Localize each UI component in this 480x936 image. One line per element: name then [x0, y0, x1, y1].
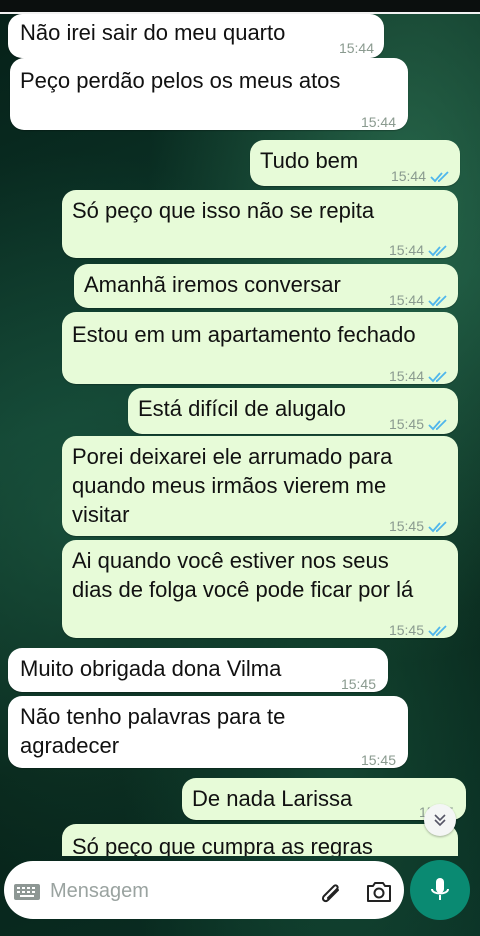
message-bubble-outgoing[interactable]: Só peço que cumpra as regras [62, 824, 458, 856]
message-bubble-outgoing[interactable]: Ai quando você estiver nos seus dias de … [62, 540, 458, 638]
message-time: 15:45 [361, 746, 396, 775]
message-composer: Mensagem [0, 856, 480, 936]
message-bubble-outgoing[interactable]: De nada Larissa 15:45 [182, 778, 466, 820]
message-text: Está difícil de alugalo [138, 396, 346, 421]
message-bubble-incoming[interactable]: Peço perdão pelos os meus atos 15:44 [10, 58, 408, 130]
message-text: Não tenho palavras para te agradecer [20, 704, 286, 758]
message-bubble-outgoing[interactable]: Está difícil de alugalo 15:45 [128, 388, 458, 434]
read-receipt-icon [428, 294, 447, 306]
message-time: 15:45 [389, 410, 448, 439]
message-text: Amanhã iremos conversar [84, 272, 341, 297]
read-receipt-icon [428, 624, 447, 636]
time-label: 15:45 [340, 676, 376, 692]
message-time: 15:45 [341, 670, 376, 699]
read-receipt-icon [428, 418, 447, 430]
read-receipt-icon [430, 170, 449, 182]
camera-icon[interactable] [365, 880, 393, 904]
message-text: Não irei sair do meu quarto [20, 20, 286, 45]
keyboard-icon[interactable] [14, 884, 40, 900]
microphone-icon [431, 878, 449, 900]
message-bubble-incoming[interactable]: Não tenho palavras para te agradecer 15:… [8, 696, 408, 768]
message-text: Muito obrigada dona Vilma [20, 656, 282, 681]
microphone-button[interactable] [410, 860, 470, 920]
message-bubble-incoming[interactable]: Muito obrigada dona Vilma 15:45 [8, 648, 388, 692]
read-receipt-icon [428, 244, 447, 256]
time-label: 15:44 [360, 114, 396, 130]
message-time: 15:44 [389, 362, 448, 391]
message-text: Estou em um apartamento fechado [72, 322, 416, 347]
time-label: 15:44 [388, 368, 424, 384]
message-bubble-incoming[interactable]: Não irei sair do meu quarto 15:44 [8, 14, 384, 58]
time-label: 15:44 [388, 242, 424, 258]
message-time: 15:44 [389, 236, 448, 265]
read-receipt-icon [428, 370, 447, 382]
double-chevron-down-icon [434, 814, 446, 827]
message-text: Peço perdão pelos os meus atos [20, 68, 341, 93]
message-time: 15:44 [361, 108, 396, 137]
time-label: 15:44 [390, 168, 426, 184]
message-time: 15:44 [389, 286, 448, 315]
read-receipt-icon [428, 520, 447, 532]
scroll-to-bottom-button[interactable] [424, 804, 456, 836]
message-text: Só peço que isso não se repita [72, 198, 375, 223]
message-input-placeholder[interactable]: Mensagem [50, 880, 149, 903]
message-text: Só peço que cumpra as regras [72, 834, 373, 856]
paperclip-icon[interactable] [318, 881, 346, 907]
message-text: Porei deixarei ele arrumado para quando … [72, 444, 393, 527]
message-time: 15:45 [389, 512, 448, 541]
message-text: Ai quando você estiver nos seus dias de … [72, 548, 414, 602]
message-bubble-outgoing[interactable]: Porei deixarei ele arrumado para quando … [62, 436, 458, 536]
message-time: 15:44 [391, 162, 450, 191]
message-input-box[interactable]: Mensagem [4, 861, 404, 919]
time-label: 15:44 [388, 292, 424, 308]
message-bubble-outgoing[interactable]: Só peço que isso não se repita 15:44 [62, 190, 458, 258]
message-text: De nada Larissa [192, 786, 353, 811]
message-list[interactable]: Não irei sair do meu quarto 15:44 Peço p… [0, 0, 480, 856]
message-text: Tudo bem [260, 148, 359, 173]
time-label: 15:45 [388, 518, 424, 534]
message-bubble-outgoing[interactable]: Tudo bem 15:44 [250, 140, 460, 186]
message-time: 15:45 [389, 616, 448, 645]
time-label: 15:45 [360, 752, 396, 768]
time-label: 15:45 [388, 622, 424, 638]
message-bubble-outgoing[interactable]: Estou em um apartamento fechado 15:44 [62, 312, 458, 384]
time-label: 15:45 [388, 416, 424, 432]
message-bubble-outgoing[interactable]: Amanhã iremos conversar 15:44 [74, 264, 458, 308]
